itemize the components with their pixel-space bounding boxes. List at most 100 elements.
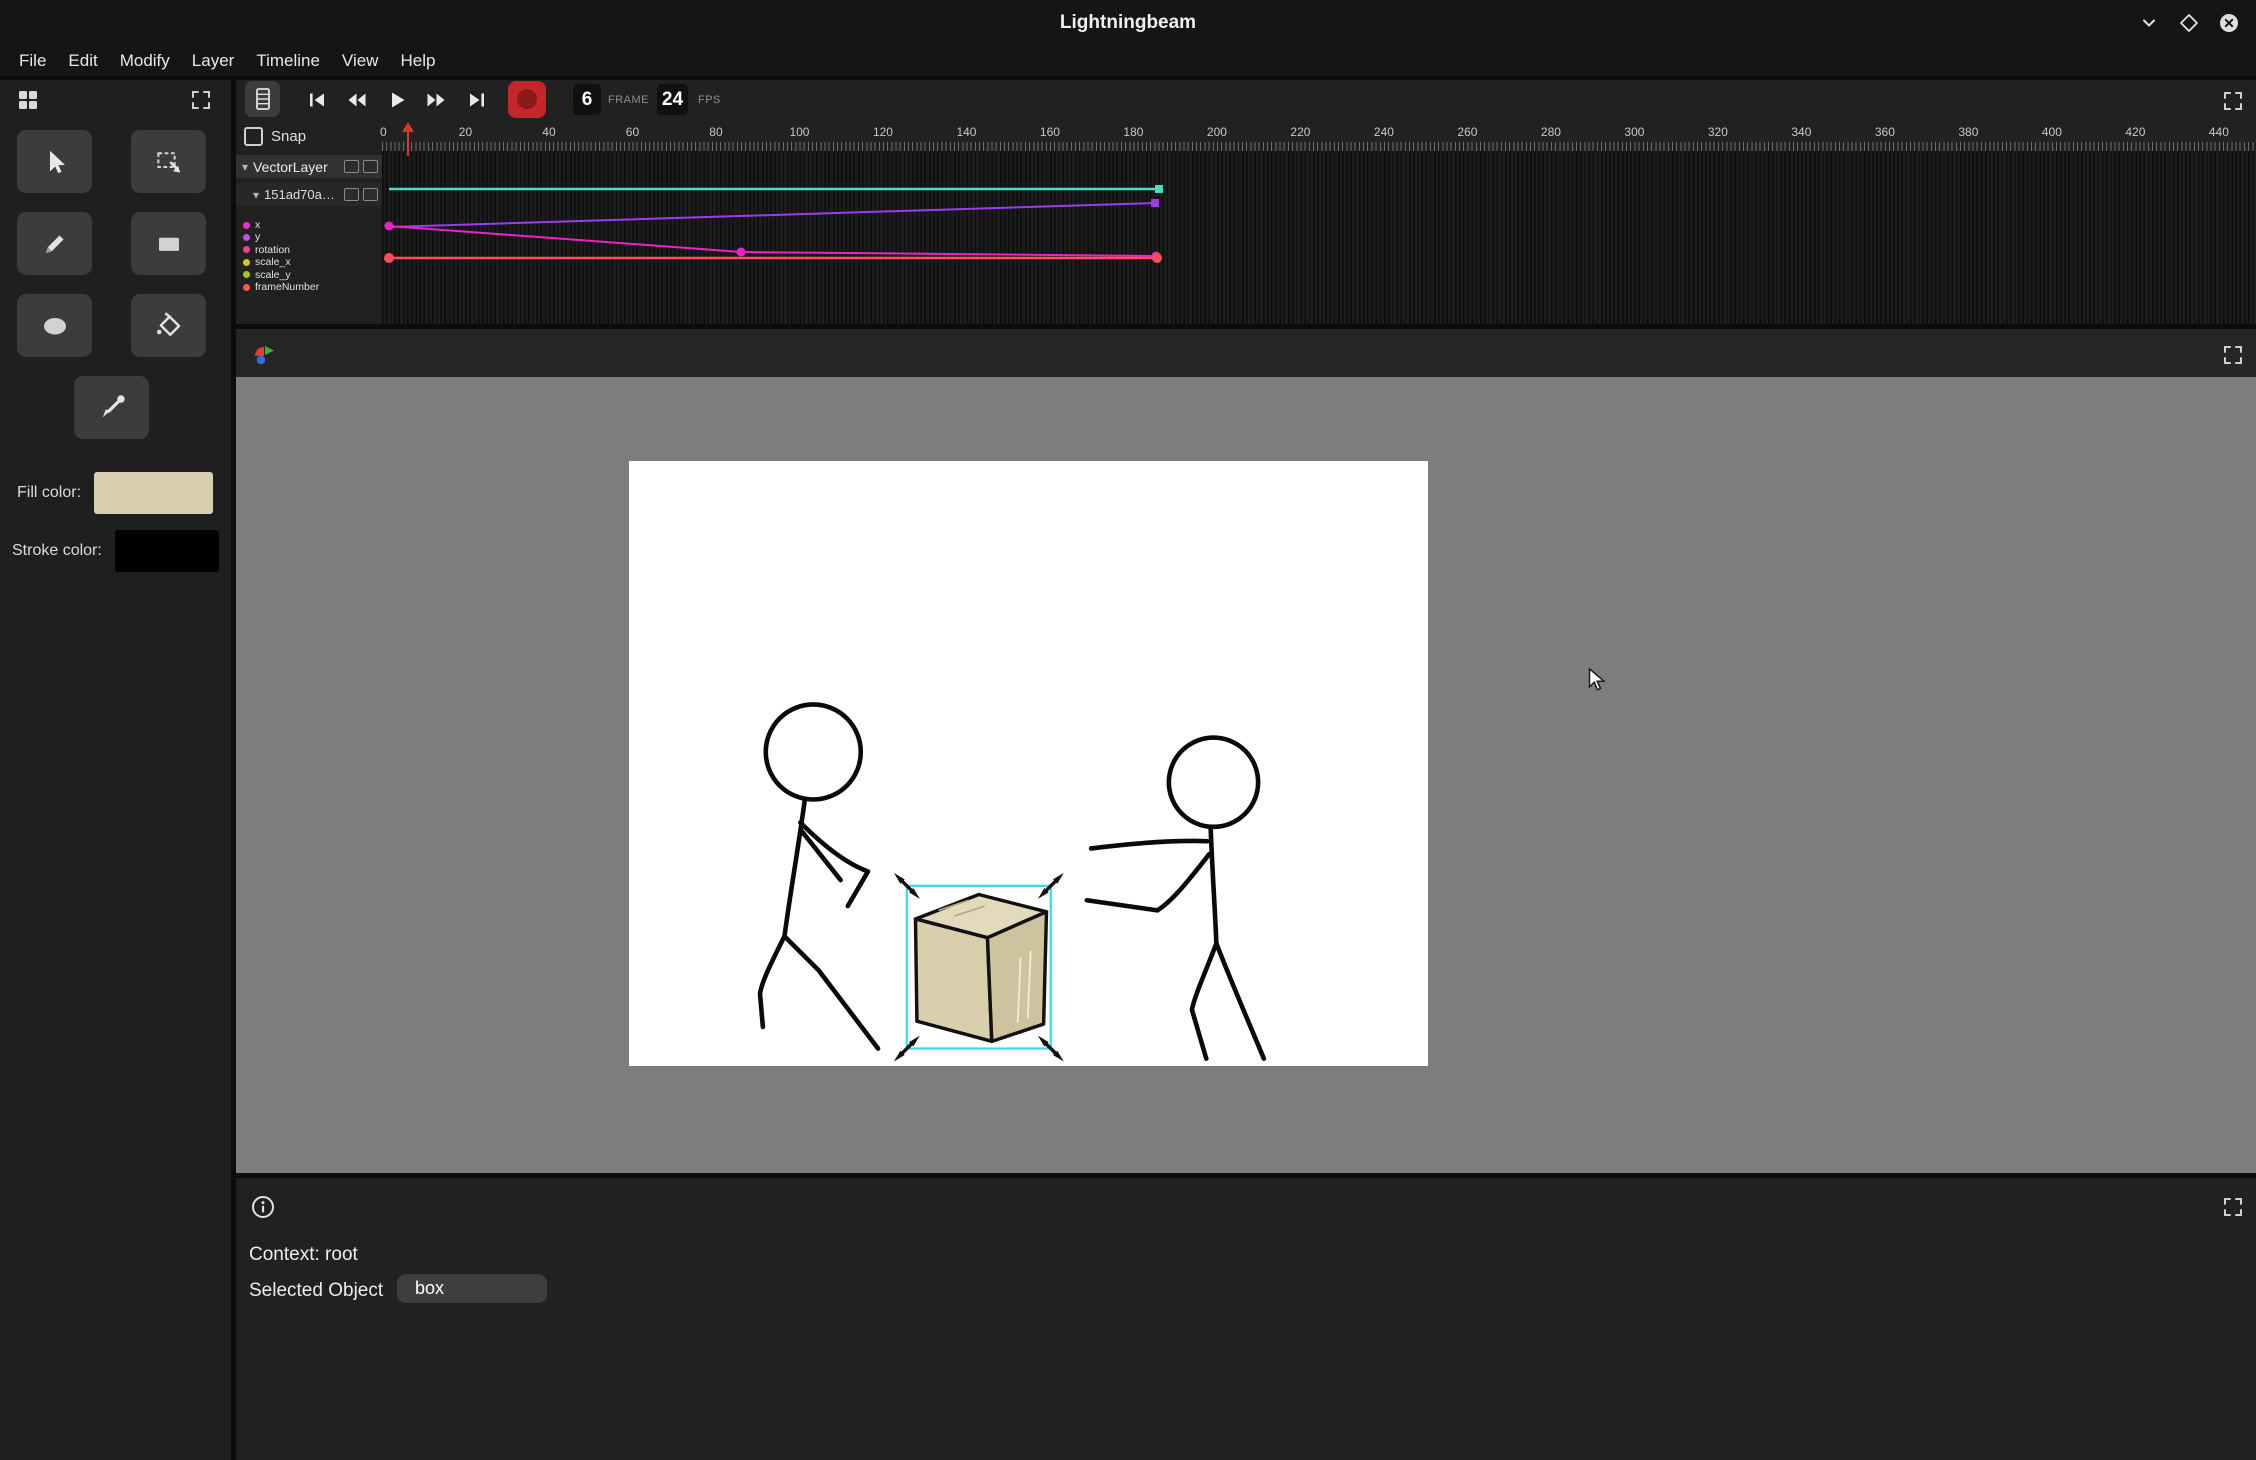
info-button[interactable] bbox=[248, 1192, 278, 1222]
property-row-rotation[interactable]: rotation bbox=[243, 244, 382, 256]
property-row-scale_y[interactable]: scale_y bbox=[243, 269, 382, 281]
play-icon bbox=[386, 89, 408, 111]
keyframe-color-dot bbox=[243, 234, 250, 241]
property-row-scale_x[interactable]: scale_x bbox=[243, 256, 382, 268]
stick-figure-left[interactable] bbox=[760, 704, 878, 1048]
film-strip-button[interactable] bbox=[245, 81, 280, 117]
keyframe-square[interactable] bbox=[1155, 185, 1163, 193]
timeline-panel: 6 FRAME 24 FPS Snap ▾ VectorLayer ▾ 151a… bbox=[236, 80, 2256, 324]
color-shapes-icon bbox=[251, 340, 277, 366]
record-button[interactable] bbox=[508, 81, 546, 118]
box-object[interactable] bbox=[915, 895, 1046, 1042]
keyframe-dot[interactable] bbox=[384, 253, 394, 263]
curve-editor[interactable] bbox=[382, 151, 2256, 324]
rewind-button[interactable] bbox=[339, 82, 375, 118]
ruler-label: 340 bbox=[1791, 125, 1811, 139]
keyframe-square[interactable] bbox=[1151, 199, 1159, 207]
ruler-label: 360 bbox=[1875, 125, 1895, 139]
menu-view[interactable]: View bbox=[331, 46, 390, 76]
disclosure-triangle-icon[interactable]: ▾ bbox=[242, 160, 248, 174]
menu-edit[interactable]: Edit bbox=[57, 46, 108, 76]
stick-figure-right[interactable] bbox=[1087, 738, 1264, 1059]
layer-lock-toggle[interactable] bbox=[363, 160, 378, 173]
sublayer-lock-toggle[interactable] bbox=[363, 188, 378, 201]
cursor-arrow-icon bbox=[40, 147, 70, 177]
layer-name: VectorLayer bbox=[253, 159, 328, 175]
menu-help[interactable]: Help bbox=[389, 46, 446, 76]
skip-start-icon bbox=[306, 89, 328, 111]
transform-tool-button[interactable] bbox=[131, 130, 206, 193]
selected-object-label: Selected Object bbox=[249, 1280, 383, 1302]
fast-forward-button[interactable] bbox=[418, 82, 454, 118]
ruler-label: 240 bbox=[1374, 125, 1394, 139]
diamond-icon bbox=[2178, 12, 2200, 34]
playhead[interactable] bbox=[407, 124, 409, 156]
mouse-cursor bbox=[1588, 667, 1606, 693]
tool-grid-button[interactable] bbox=[12, 84, 44, 116]
skip-to-start-button[interactable] bbox=[299, 82, 335, 118]
keyframe-dot[interactable] bbox=[737, 248, 746, 257]
skip-to-end-button[interactable] bbox=[459, 82, 495, 118]
keyframe-dot[interactable] bbox=[385, 222, 394, 231]
keyframe-dot[interactable] bbox=[1152, 253, 1162, 263]
fps-input[interactable]: 24 bbox=[657, 84, 688, 115]
menu-file[interactable]: File bbox=[8, 46, 57, 76]
pencil-icon bbox=[40, 229, 70, 259]
play-button[interactable] bbox=[379, 82, 415, 118]
stroke-color-label: Stroke color: bbox=[12, 542, 102, 560]
pencil-tool-button[interactable] bbox=[17, 212, 92, 275]
tool-panel-expand-button[interactable] bbox=[185, 84, 217, 116]
disclosure-triangle-icon[interactable]: ▾ bbox=[253, 188, 259, 202]
select-tool-button[interactable] bbox=[17, 130, 92, 193]
film-strip-icon bbox=[253, 87, 273, 111]
snap-checkbox[interactable] bbox=[244, 127, 263, 146]
property-row-y[interactable]: y bbox=[243, 231, 382, 243]
fast-forward-icon bbox=[425, 89, 447, 111]
ruler-label: 0 bbox=[380, 125, 387, 139]
canvas-expand-button[interactable] bbox=[2218, 340, 2248, 370]
layer-row-object[interactable]: ▾ 151ad70a… bbox=[236, 183, 382, 206]
keyframe-track-area[interactable] bbox=[382, 151, 2256, 324]
skip-end-icon bbox=[466, 89, 488, 111]
lightningbeam-window: { "titlebar": { "title": "Lightningbeam"… bbox=[0, 0, 2256, 1460]
menu-modify[interactable]: Modify bbox=[109, 46, 181, 76]
property-row-frameNumber[interactable]: frameNumber bbox=[243, 281, 382, 293]
stage[interactable] bbox=[629, 461, 1428, 1066]
minimize-button[interactable] bbox=[2138, 12, 2160, 34]
fill-color-swatch[interactable] bbox=[94, 472, 213, 514]
rectangle-icon bbox=[154, 229, 184, 259]
layer-row-vectorlayer[interactable]: ▾ VectorLayer bbox=[236, 155, 382, 178]
keyframe-color-dot bbox=[243, 271, 250, 278]
layer-visibility-toggle[interactable] bbox=[344, 160, 359, 173]
window-controls bbox=[2138, 0, 2240, 46]
selected-object-input[interactable]: box bbox=[397, 1274, 547, 1303]
ruler-label: 200 bbox=[1207, 125, 1227, 139]
paint-bucket-icon bbox=[154, 311, 184, 341]
snap-option: Snap bbox=[244, 127, 306, 146]
property-row-x[interactable]: x bbox=[243, 219, 382, 231]
context-line: Context: root bbox=[249, 1244, 358, 1266]
frame-number-input[interactable]: 6 bbox=[573, 84, 601, 115]
sublayer-visibility-toggle[interactable] bbox=[344, 188, 359, 201]
property-label: scale_y bbox=[255, 270, 291, 281]
eyedropper-tool-button[interactable] bbox=[74, 376, 149, 439]
menu-layer[interactable]: Layer bbox=[181, 46, 246, 76]
stage-artwork bbox=[629, 461, 1428, 1066]
timeline-ruler[interactable]: 0204060801001201401601802002202402602803… bbox=[382, 122, 2256, 151]
close-button[interactable] bbox=[2218, 12, 2240, 34]
property-label: scale_x bbox=[255, 257, 291, 268]
scene-palette-button[interactable] bbox=[251, 340, 277, 366]
paint-bucket-tool-button[interactable] bbox=[131, 294, 206, 357]
menu-timeline[interactable]: Timeline bbox=[245, 46, 331, 76]
keyframe-color-dot bbox=[243, 222, 250, 229]
inspector-expand-button[interactable] bbox=[2218, 1192, 2248, 1222]
maximize-button[interactable] bbox=[2178, 12, 2200, 34]
ellipse-tool-button[interactable] bbox=[17, 294, 92, 357]
rectangle-tool-button[interactable] bbox=[131, 212, 206, 275]
stroke-color-swatch[interactable] bbox=[115, 530, 219, 572]
ruler-label: 100 bbox=[789, 125, 809, 139]
timeline-expand-button[interactable] bbox=[2218, 86, 2248, 116]
property-label: x bbox=[255, 220, 260, 231]
canvas-panel bbox=[236, 329, 2256, 1173]
property-label: y bbox=[255, 232, 260, 243]
